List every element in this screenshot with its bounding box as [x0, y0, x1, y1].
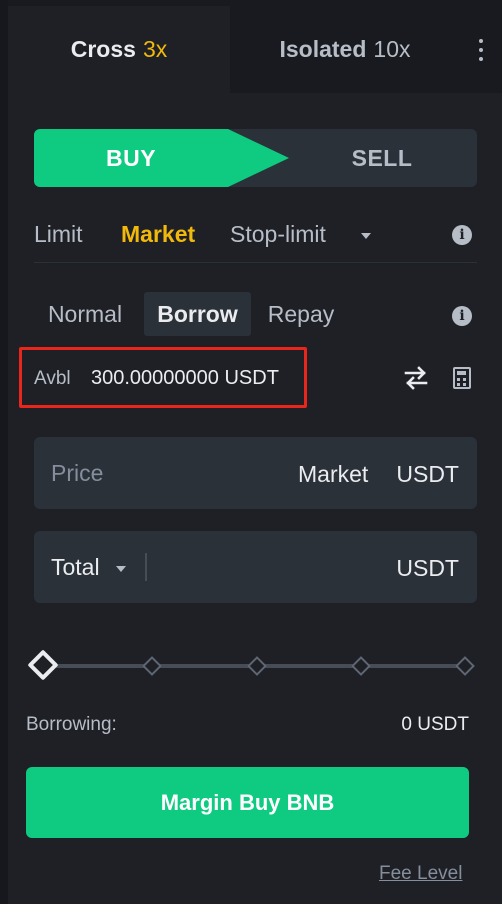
slider-mark-25[interactable] [142, 656, 162, 676]
slider-mark-75[interactable] [351, 656, 371, 676]
transfer-icon[interactable] [403, 365, 429, 391]
highlight-annotation [19, 347, 307, 408]
tab-isolated-leverage: 10x [373, 36, 411, 62]
calculator-key [457, 383, 460, 386]
sell-button[interactable]: SELL [287, 129, 477, 187]
margin-buy-button[interactable]: Margin Buy BNB [26, 767, 469, 838]
tab-cross-leverage: 3x [142, 36, 168, 62]
tab-repay[interactable]: Repay [262, 292, 340, 336]
order-type-tabs: Limit Market Stop-limit i [34, 213, 477, 263]
fee-level-link[interactable]: Fee Level [379, 863, 462, 885]
left-edge [0, 0, 8, 904]
price-input[interactable]: Price Market USDT [34, 437, 477, 509]
chevron-down-icon[interactable] [116, 566, 126, 572]
info-icon[interactable]: i [452, 225, 472, 245]
more-options-icon[interactable] [460, 6, 502, 93]
input-divider [145, 553, 147, 581]
total-unit: USDT [396, 555, 459, 581]
info-icon[interactable]: i [452, 306, 472, 326]
slider-mark-50[interactable] [247, 656, 267, 676]
borrowing-row: Borrowing: 0 USDT [26, 712, 469, 738]
tab-market[interactable]: Market [121, 221, 195, 248]
tab-cross-label: Cross [70, 36, 136, 62]
kebab-dot [479, 47, 483, 52]
buy-sell-toggle: BUY SELL [34, 129, 477, 187]
price-unit: USDT [396, 461, 459, 487]
margin-action-tabs: Normal Borrow Repay i [34, 292, 477, 338]
calculator-key [457, 378, 460, 381]
chevron-down-icon[interactable] [361, 233, 371, 239]
tab-normal[interactable]: Normal [40, 292, 130, 336]
tab-isolated-label: Isolated [279, 36, 367, 62]
tab-isolated[interactable]: Isolated 10x [230, 6, 460, 93]
calculator-icon[interactable] [453, 367, 471, 389]
margin-mode-tabs: Cross 3x Isolated 10x [8, 0, 502, 93]
tab-cross[interactable]: Cross 3x [8, 6, 230, 93]
kebab-dot [479, 38, 483, 43]
kebab-dot [479, 56, 483, 61]
total-label[interactable]: Total [51, 554, 100, 581]
tab-borrow[interactable]: Borrow [144, 292, 251, 336]
amount-slider[interactable] [27, 648, 475, 684]
buy-button[interactable]: BUY [34, 129, 289, 187]
total-input[interactable]: Total USDT [34, 531, 477, 603]
tab-stop-limit[interactable]: Stop-limit [230, 221, 326, 248]
price-placeholder: Price [51, 460, 104, 486]
calculator-key [463, 383, 466, 386]
borrowing-value: 0 USDT [401, 714, 469, 735]
price-value: Market [298, 461, 369, 487]
calculator-screen [457, 371, 466, 375]
slider-handle[interactable] [27, 649, 59, 681]
borrowing-label: Borrowing: [26, 714, 117, 735]
calculator-key [463, 378, 466, 381]
tab-limit[interactable]: Limit [34, 221, 83, 248]
